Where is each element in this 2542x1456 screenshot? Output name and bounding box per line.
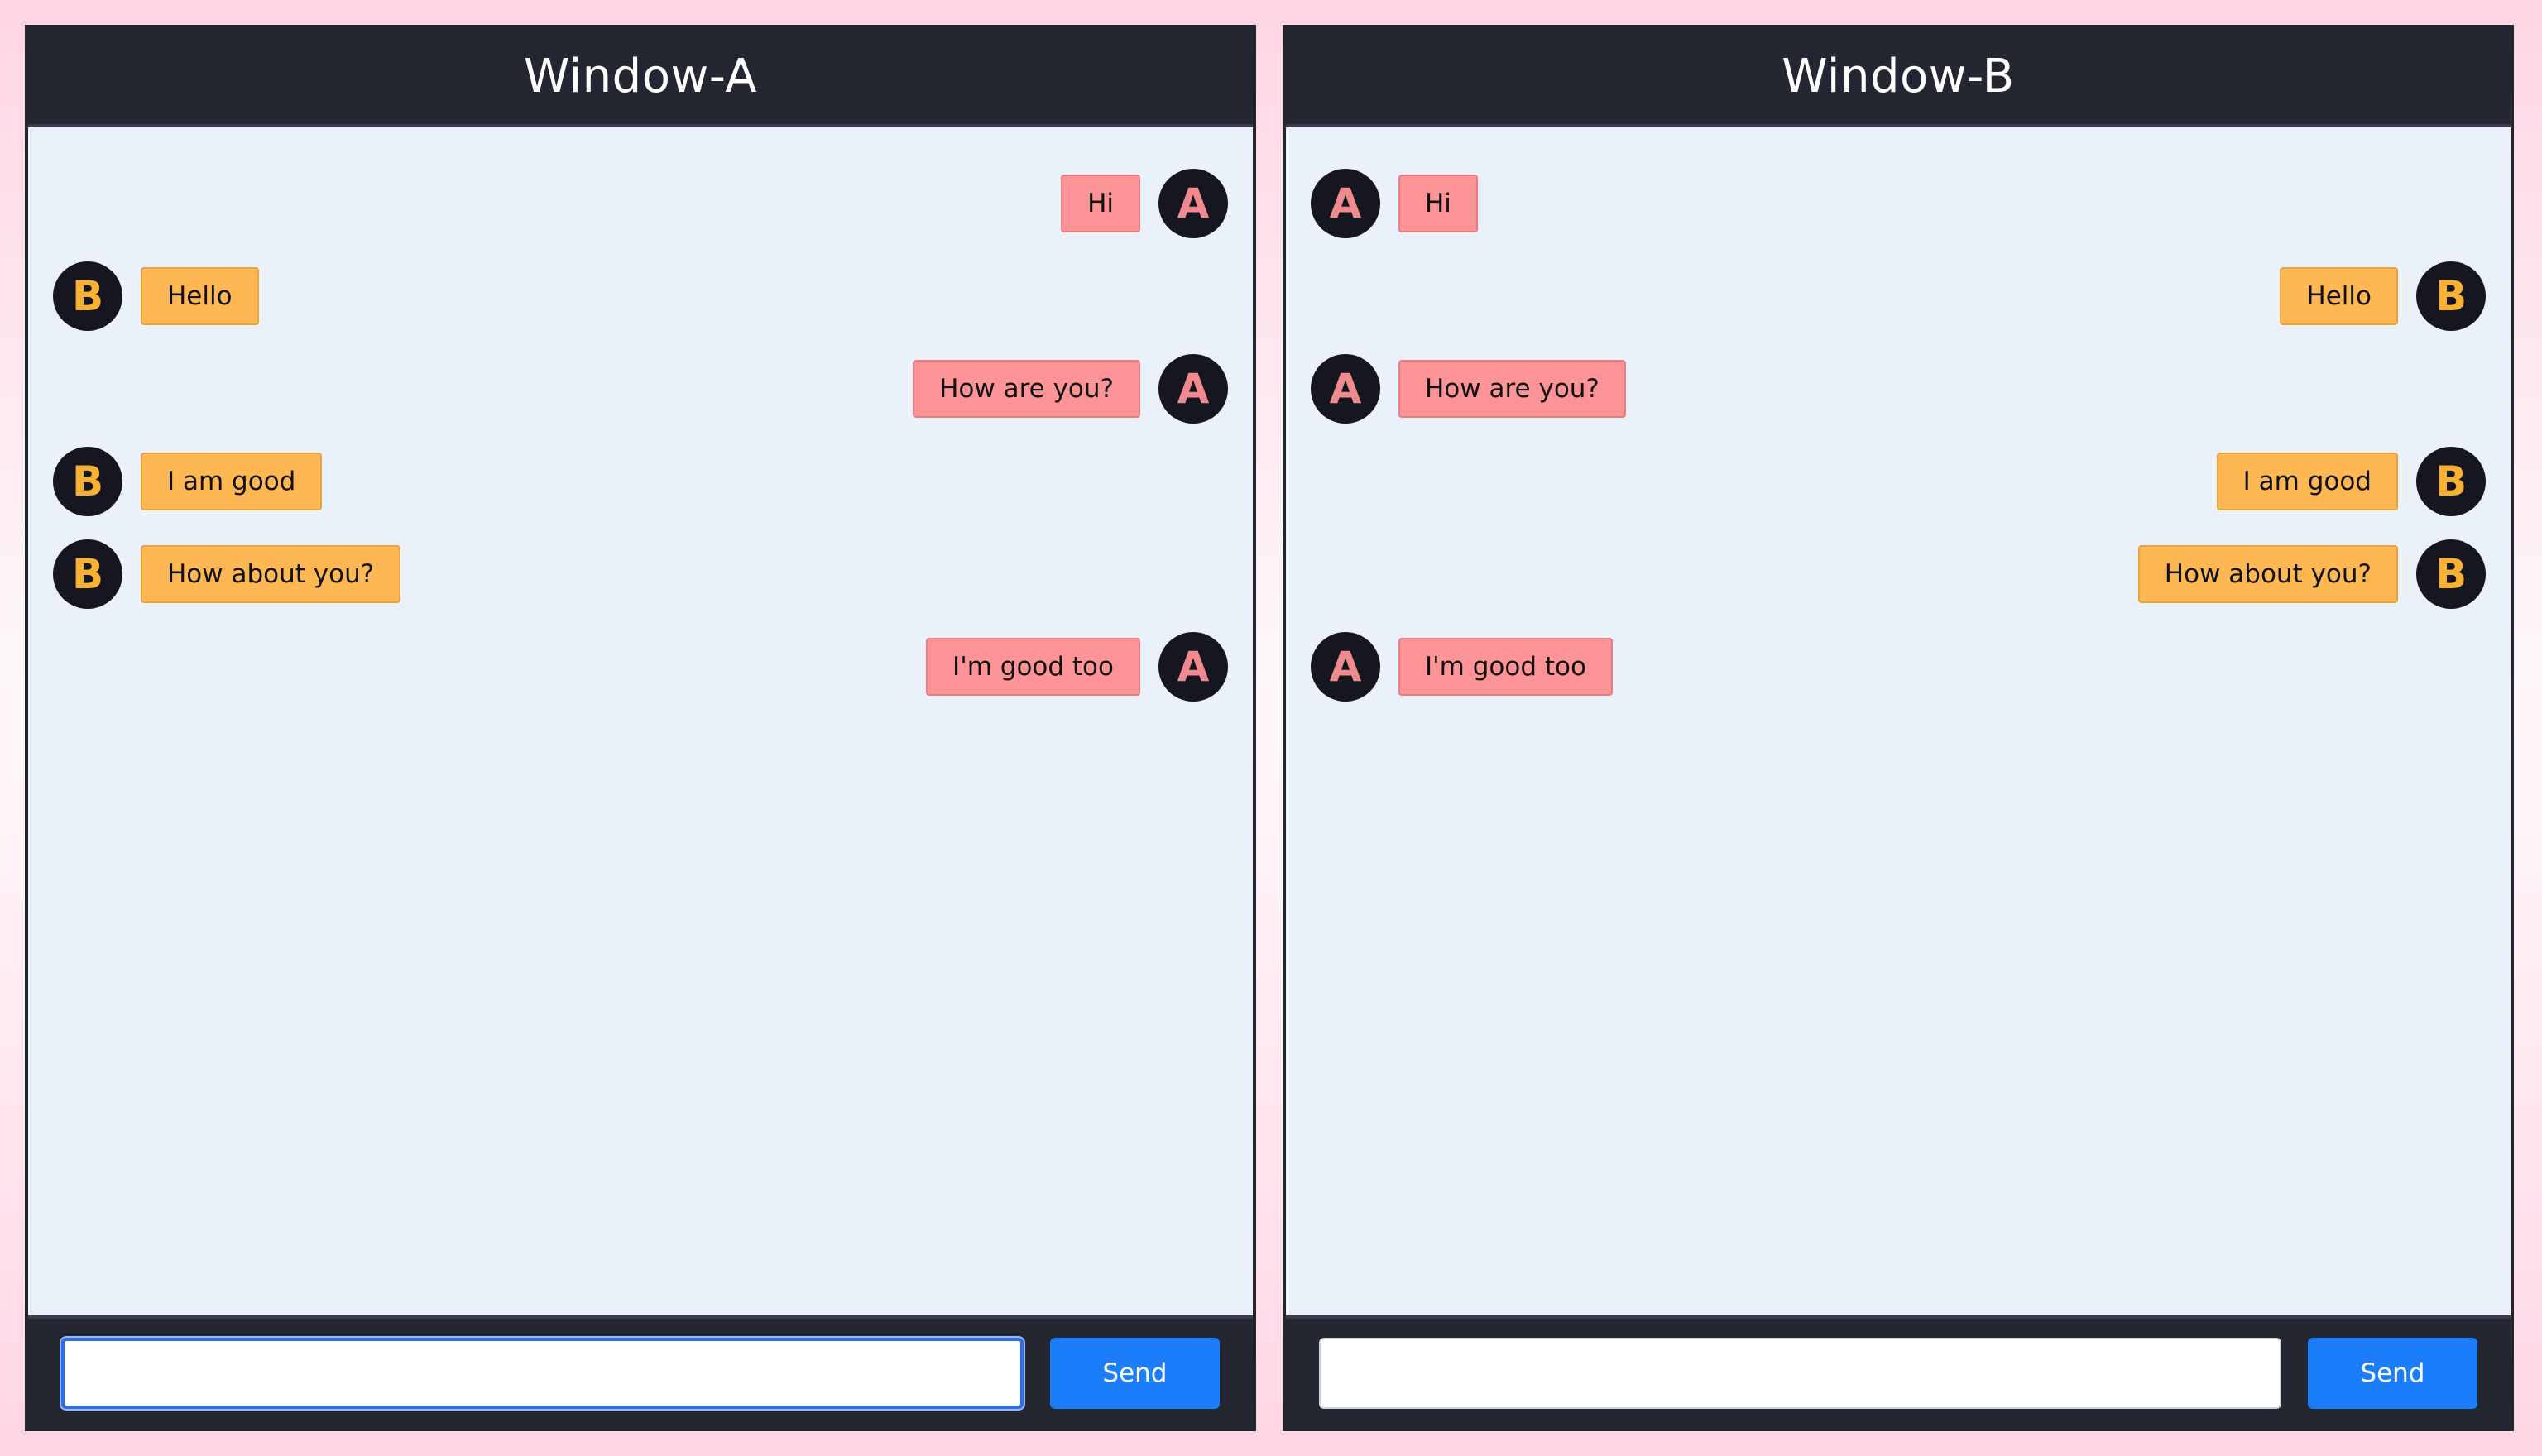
message-row: A Hi [28, 169, 1253, 238]
input-bar: Send [28, 1315, 1253, 1428]
message-row: B I am good [1286, 447, 2511, 516]
avatar-b-icon: B [2416, 539, 2486, 609]
send-button[interactable]: Send [1049, 1338, 1220, 1409]
message-bubble: I'm good too [1398, 638, 1613, 696]
message-input[interactable] [61, 1338, 1024, 1409]
avatar-b-icon: B [2416, 447, 2486, 516]
avatar-b-icon: B [53, 261, 122, 331]
avatar-a-icon: A [1311, 632, 1380, 702]
avatar-a-icon: A [1158, 169, 1228, 238]
chat-window-a: Window-A A Hi B Hello A How are you? B I am goo… [25, 25, 1256, 1431]
avatar-a-icon: A [1158, 632, 1228, 702]
message-row: B How about you? [28, 539, 1253, 609]
message-bubble: How about you? [141, 545, 401, 603]
message-input[interactable] [1319, 1338, 2281, 1409]
message-row: B Hello [1286, 261, 2511, 331]
window-title: Window-A [28, 28, 1253, 127]
avatar-b-icon: B [2416, 261, 2486, 331]
message-bubble: Hello [141, 267, 259, 325]
message-row: A I'm good too [28, 632, 1253, 702]
input-bar: Send [1286, 1315, 2511, 1428]
message-list: A Hi B Hello A How are you? B I am good B How abo… [28, 127, 1253, 1315]
message-list: A Hi B Hello A How are you? B I am good B How abo… [1286, 127, 2511, 1315]
message-bubble: How are you? [913, 360, 1140, 418]
message-bubble: I am good [2216, 453, 2398, 510]
window-title: Window-B [1286, 28, 2511, 127]
message-row: A I'm good too [1286, 632, 2511, 702]
message-bubble: Hi [1061, 175, 1140, 232]
avatar-b-icon: B [53, 447, 122, 516]
message-bubble: I am good [141, 453, 323, 510]
message-bubble: I'm good too [926, 638, 1140, 696]
message-row: A Hi [1286, 169, 2511, 238]
avatar-b-icon: B [53, 539, 122, 609]
avatar-a-icon: A [1311, 169, 1380, 238]
message-row: B How about you? [1286, 539, 2511, 609]
message-bubble: How about you? [2137, 545, 2398, 603]
message-bubble: Hello [2280, 267, 2398, 325]
avatar-a-icon: A [1158, 354, 1228, 424]
message-row: A How are you? [28, 354, 1253, 424]
message-bubble: How are you? [1398, 360, 1626, 418]
message-bubble: Hi [1398, 175, 1478, 232]
message-row: A How are you? [1286, 354, 2511, 424]
message-row: B I am good [28, 447, 1253, 516]
message-row: B Hello [28, 261, 1253, 331]
chat-window-b: Window-B A Hi B Hello A How are you? B I am goo… [1283, 25, 2514, 1431]
send-button[interactable]: Send [2307, 1338, 2477, 1409]
avatar-a-icon: A [1311, 354, 1380, 424]
